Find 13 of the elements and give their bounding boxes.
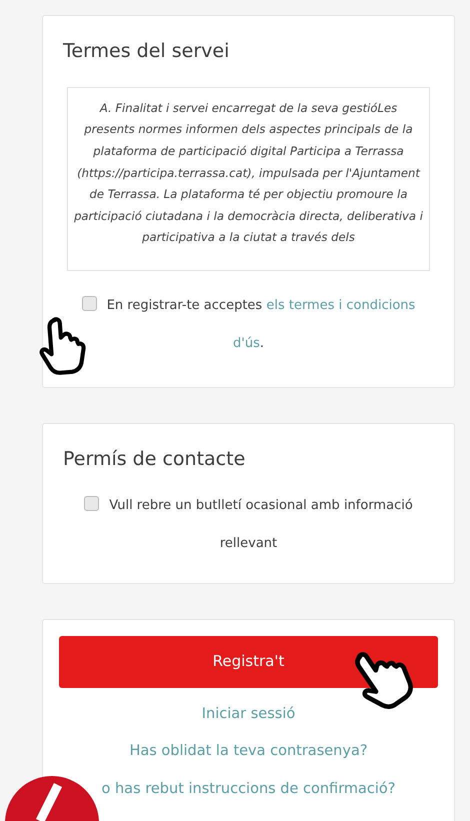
register-button[interactable]: Registra't <box>59 636 438 688</box>
terms-paragraph: A. Finalitat i servei encarregat de la seva gestióLes presents normes informen dels aspectes principals de la plataforma de participació digital Participa a Terrassa (https://participa.terrassa.cat), impulsada per l'Ajuntament de Terrassa. La plataforma té per objectiu promoure la participació ciutadana i la democràcia directa, deliberativa i participativa a la ciutat a través dels <box>74 100 423 246</box>
text-link[interactable]: Has oblidat la teva contrasenya? <box>129 741 368 764</box>
checkbox[interactable] <box>82 296 97 311</box>
terms-link[interactable]: d'ús <box>233 336 260 351</box>
newsletter-text: Vull rebre un butlletí ocasional amb informació rellevant <box>109 498 413 551</box>
text-link[interactable]: Iniciar sessió <box>202 704 296 726</box>
text-link[interactable]: o has rebut instruccions de confirmació? <box>102 779 396 801</box>
terms-link[interactable]: els termes i condicions <box>266 298 416 313</box>
section-title: Permís de contacte <box>62 448 246 471</box>
section-title: Termes del servei <box>62 40 230 63</box>
checkbox[interactable] <box>84 496 100 511</box>
accept-terms-text: En registrar-te acceptes els termes i condicions d'ús. <box>106 298 416 351</box>
